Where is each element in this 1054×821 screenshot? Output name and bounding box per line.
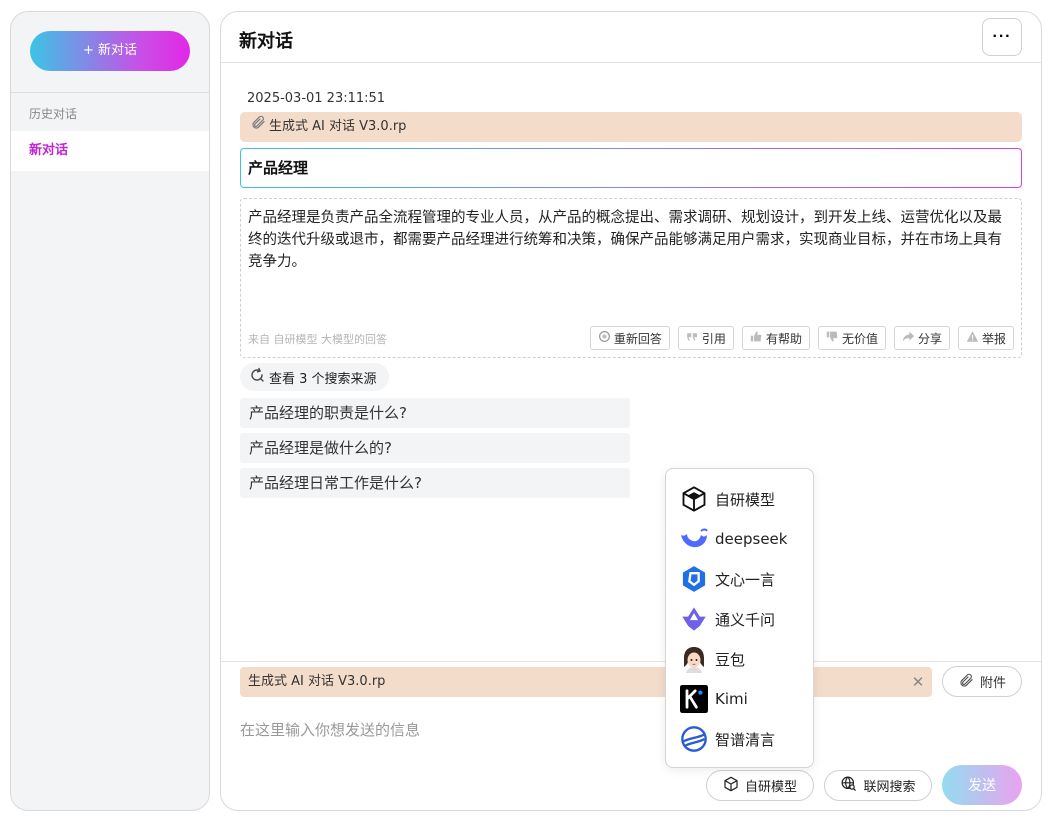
page-title: 新对话: [239, 31, 293, 52]
model-option-label: 智谱清言: [715, 730, 776, 749]
refresh-icon: [598, 330, 611, 346]
paperclip-icon: [250, 112, 266, 142]
quote-button[interactable]: 引用: [677, 326, 734, 350]
regenerate-button[interactable]: 重新回答: [589, 326, 670, 350]
model-option-label: deepseek: [715, 530, 788, 548]
view-sources-button[interactable]: 查看 3 个搜索来源: [240, 363, 389, 391]
regenerate-label: 重新回答: [613, 331, 662, 346]
message-timestamp: 2025-03-01 23:11:51: [247, 91, 386, 106]
history-label: 历史对话: [29, 107, 78, 121]
chat-panel: 新对话 ··· 2025-03-01 23:11:51 生成式 AI 对话 V3…: [220, 11, 1042, 811]
model-option-label: 通义千问: [715, 610, 776, 629]
warning-icon: [966, 330, 979, 346]
model-option-label: 文心一言: [715, 570, 776, 589]
share-icon: [902, 330, 915, 346]
attached-file[interactable]: 生成式 AI 对话 V3.0.rp: [240, 112, 1022, 142]
model-select-button[interactable]: 自研模型: [706, 770, 814, 801]
model-select-label: 自研模型: [744, 780, 797, 795]
globe-search-icon: [840, 775, 857, 796]
question-bubble: 产品经理: [240, 148, 1022, 188]
web-search-label: 联网搜索: [863, 780, 916, 795]
suggested-question[interactable]: 产品经理日常工作是什么?: [240, 468, 630, 498]
new-chat-button[interactable]: + 新对话: [30, 31, 190, 71]
whale-icon: [679, 524, 709, 554]
zhipu-icon: [679, 724, 709, 754]
model-option-label: 自研模型: [715, 490, 776, 509]
search-refresh-icon: [249, 367, 265, 387]
send-button[interactable]: 发送: [942, 765, 1022, 805]
report-label: 举报: [981, 331, 1006, 346]
question-text: 产品经理: [241, 149, 1021, 187]
model-option-zhipu[interactable]: 智谱清言: [666, 719, 813, 759]
cube-icon: [679, 484, 709, 514]
answer-text: 产品经理是负责产品全流程管理的专业人员，从产品的概念提出、需求调研、规划设计，到…: [248, 210, 1002, 270]
history-item[interactable]: 新对话: [11, 131, 209, 171]
answer-source: 来自 自研模型 大模型的回答: [248, 333, 387, 346]
attach-button[interactable]: 附件: [942, 666, 1022, 697]
thumbs-up-icon: [750, 330, 763, 346]
thumbs-down-icon: [826, 330, 839, 346]
answer-actions: 重新回答 引用 有帮助 无价值 分享 举报: [589, 326, 1014, 350]
header-divider: [221, 62, 1041, 63]
model-option-tongyi[interactable]: 通义千问: [666, 599, 813, 639]
answer-card: 产品经理是负责产品全流程管理的专业人员，从产品的概念提出、需求调研、规划设计，到…: [240, 198, 1022, 358]
tongyi-icon: [679, 604, 709, 634]
share-button[interactable]: 分享: [893, 326, 950, 350]
composer-divider: [221, 661, 1041, 662]
model-option-doubao[interactable]: 豆包: [666, 639, 813, 679]
not-helpful-label: 无价值: [841, 331, 878, 346]
model-option-deepseek[interactable]: deepseek: [666, 519, 813, 559]
model-option-wenxin[interactable]: 文心一言: [666, 559, 813, 599]
cube-icon: [723, 776, 739, 796]
model-option-self[interactable]: 自研模型: [666, 479, 813, 519]
sidebar: + 新对话 历史对话 新对话: [10, 11, 210, 811]
attached-file-name: 生成式 AI 对话 V3.0.rp: [269, 119, 407, 134]
model-option-label: 豆包: [715, 650, 746, 669]
model-option-label: Kimi: [715, 690, 748, 708]
report-button[interactable]: 举报: [957, 326, 1014, 350]
not-helpful-button[interactable]: 无价值: [817, 326, 886, 350]
suggested-question[interactable]: 产品经理是做什么的?: [240, 433, 630, 463]
suggested-question[interactable]: 产品经理的职责是什么?: [240, 398, 630, 428]
kimi-icon: [679, 684, 709, 714]
quote-icon: [686, 330, 699, 346]
doubao-avatar-icon: [679, 644, 709, 674]
sidebar-divider: [11, 92, 209, 93]
message-input[interactable]: [240, 714, 660, 746]
paperclip-icon: [958, 672, 974, 692]
helpful-button[interactable]: 有帮助: [741, 326, 810, 350]
web-search-button[interactable]: 联网搜索: [824, 770, 932, 801]
quote-label: 引用: [701, 331, 726, 346]
attach-label: 附件: [979, 676, 1006, 691]
ernie-icon: [679, 564, 709, 594]
attachment-chip: 生成式 AI 对话 V3.0.rp ✕: [240, 667, 932, 697]
model-dropdown-menu: 自研模型 deepseek 文心一言 通义千问 豆包 Kimi 智谱清言: [665, 468, 814, 768]
attachment-name: 生成式 AI 对话 V3.0.rp: [248, 674, 386, 689]
share-label: 分享: [917, 331, 942, 346]
view-sources-label: 查看 3 个搜索来源: [269, 371, 377, 387]
more-button[interactable]: ···: [982, 18, 1022, 56]
helpful-label: 有帮助: [765, 331, 802, 346]
model-option-kimi[interactable]: Kimi: [666, 679, 813, 719]
close-icon[interactable]: ✕: [910, 667, 926, 697]
